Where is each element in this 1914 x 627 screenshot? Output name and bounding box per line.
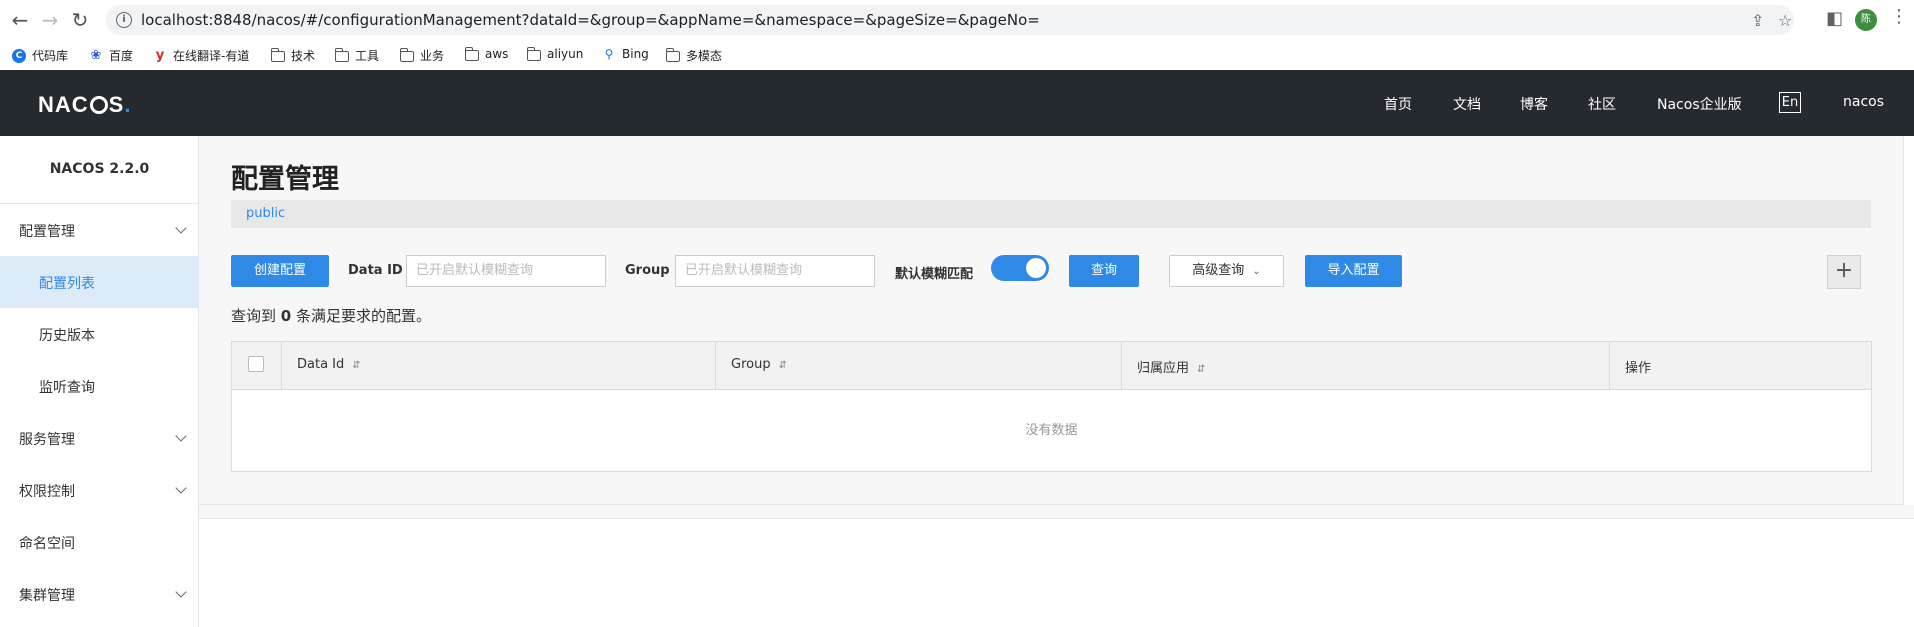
bookmark-item[interactable]: ❀ 百度 xyxy=(89,47,133,64)
reload-icon[interactable]: ↻ xyxy=(68,8,92,32)
bookmark-item[interactable]: 多模态 xyxy=(665,47,722,64)
footer-strip xyxy=(199,505,1914,519)
folder-icon xyxy=(526,46,541,61)
namespace-bar: public xyxy=(231,200,1871,228)
profile-avatar[interactable]: 陈 xyxy=(1855,9,1877,31)
chevron-down-icon: ⌄ xyxy=(1252,266,1261,277)
folder-icon xyxy=(464,46,479,61)
sidebar-item-cluster-management[interactable]: 集群管理 xyxy=(0,568,199,620)
config-table: Data Id ⇵ Group ⇵ 归属应用 ⇵ 操作 没有数据 xyxy=(231,341,1872,472)
sort-icon[interactable]: ⇵ xyxy=(779,360,787,371)
chevron-down-icon xyxy=(175,222,187,234)
column-header-app[interactable]: 归属应用 ⇵ xyxy=(1122,342,1610,389)
chevron-down-icon xyxy=(175,430,187,442)
folder-icon xyxy=(665,48,680,62)
address-bar[interactable]: i localhost:8848/nacos/#/configurationMa… xyxy=(106,5,1794,35)
select-all-cell xyxy=(232,342,282,389)
bookmark-star-icon[interactable]: ☆ xyxy=(1778,11,1792,30)
nav-enterprise[interactable]: Nacos企业版 xyxy=(1657,94,1742,114)
browser-menu-icon[interactable]: ⋮ xyxy=(1890,6,1908,27)
side-panel-icon[interactable]: ◧ xyxy=(1826,8,1843,29)
folder-icon xyxy=(270,48,285,62)
table-header: Data Id ⇵ Group ⇵ 归属应用 ⇵ 操作 xyxy=(232,342,1871,390)
bookmark-item[interactable]: 工具 xyxy=(334,47,379,64)
fuzzy-match-label: 默认模糊匹配 xyxy=(895,267,974,282)
nav-home[interactable]: 首页 xyxy=(1384,94,1412,114)
folder-icon xyxy=(399,48,414,62)
y-icon: y xyxy=(155,47,165,63)
dataid-input[interactable]: 已开启默认模糊查询 xyxy=(406,255,606,287)
sort-icon[interactable]: ⇵ xyxy=(1197,364,1205,375)
result-summary: 查询到 0 条满足要求的配置。 xyxy=(231,307,432,325)
advanced-query-button[interactable]: 高级查询 ⌄ xyxy=(1169,255,1284,287)
namespace-public-link[interactable]: public xyxy=(246,206,285,221)
sidebar-item-access-control[interactable]: 权限控制 xyxy=(0,464,199,516)
bookmark-item[interactable]: C 代码库 xyxy=(12,47,68,64)
sidebar-item-history[interactable]: 历史版本 xyxy=(0,308,199,360)
app-header: NAC S. 首页 文档 博客 社区 Nacos企业版 En nacos xyxy=(0,70,1914,136)
language-toggle-button[interactable]: En xyxy=(1779,92,1801,113)
page-title: 配置管理 xyxy=(231,164,339,195)
nacos-logo[interactable]: NAC S. xyxy=(38,92,131,118)
nav-docs[interactable]: 文档 xyxy=(1453,94,1481,114)
sidebar-item-service-management[interactable]: 服务管理 xyxy=(0,412,199,464)
url-text[interactable]: localhost:8848/nacos/#/configurationMana… xyxy=(141,11,1040,29)
forward-icon[interactable]: → xyxy=(38,8,62,32)
add-icon[interactable]: + xyxy=(1827,255,1861,289)
column-header-group[interactable]: Group ⇵ xyxy=(716,342,1122,389)
sidebar-item-listener-query[interactable]: 监听查询 xyxy=(0,360,199,412)
create-config-button[interactable]: 创建配置 xyxy=(231,255,329,287)
sidebar-item-config-list[interactable]: 配置列表 xyxy=(0,256,199,308)
nav-community[interactable]: 社区 xyxy=(1588,94,1616,114)
sidebar: NACOS 2.2.0 配置管理 配置列表 历史版本 监听查询 服务管理 权限控… xyxy=(0,136,199,627)
browser-toolbar: ← → ↻ i localhost:8848/nacos/#/configura… xyxy=(0,0,1914,40)
toggle-knob xyxy=(1026,258,1046,278)
back-icon[interactable]: ← xyxy=(8,8,32,32)
folder-icon xyxy=(334,48,349,62)
user-menu[interactable]: nacos xyxy=(1843,94,1884,110)
bookmark-item[interactable]: y 在线翻译-有道 xyxy=(153,47,250,64)
version-label: NACOS 2.2.0 xyxy=(49,161,150,177)
nav-blog[interactable]: 博客 xyxy=(1520,94,1548,114)
share-icon[interactable]: ⇪ xyxy=(1751,11,1764,30)
bookmark-item[interactable]: aliyun xyxy=(526,46,583,61)
sort-icon[interactable]: ⇵ xyxy=(352,360,360,371)
bookmark-item[interactable]: aws xyxy=(464,46,508,61)
bookmark-item[interactable]: 技术 xyxy=(270,47,315,64)
fuzzy-match-toggle[interactable] xyxy=(991,255,1049,281)
site-info-icon[interactable]: i xyxy=(116,12,132,28)
empty-state: 没有数据 xyxy=(1025,423,1078,438)
bookmark-item[interactable]: 业务 xyxy=(399,47,444,64)
search-icon: ⚲ xyxy=(604,47,614,61)
sidebar-item-config-management[interactable]: 配置管理 xyxy=(0,204,199,256)
chevron-down-icon xyxy=(175,482,187,494)
column-header-actions: 操作 xyxy=(1625,361,1652,376)
select-all-checkbox[interactable] xyxy=(248,356,264,372)
group-label: Group xyxy=(625,263,670,278)
dataid-label: Data ID xyxy=(348,263,403,278)
c-icon: C xyxy=(12,48,26,63)
bookmarks-bar: C 代码库 ❀ 百度 y 在线翻译-有道 技术 工具 业务 aws aliyun ⚲ B… xyxy=(0,40,1914,70)
paw-icon: ❀ xyxy=(90,47,102,63)
group-input[interactable]: 已开启默认模糊查询 xyxy=(675,255,875,287)
bookmark-item[interactable]: ⚲ Bing xyxy=(602,47,649,61)
chevron-down-icon xyxy=(175,586,187,598)
column-header-data-id[interactable]: Data Id ⇵ xyxy=(282,342,716,389)
import-config-button[interactable]: 导入配置 xyxy=(1305,255,1402,287)
query-button[interactable]: 查询 xyxy=(1069,255,1139,287)
sidebar-item-namespace[interactable]: 命名空间 xyxy=(0,516,199,568)
